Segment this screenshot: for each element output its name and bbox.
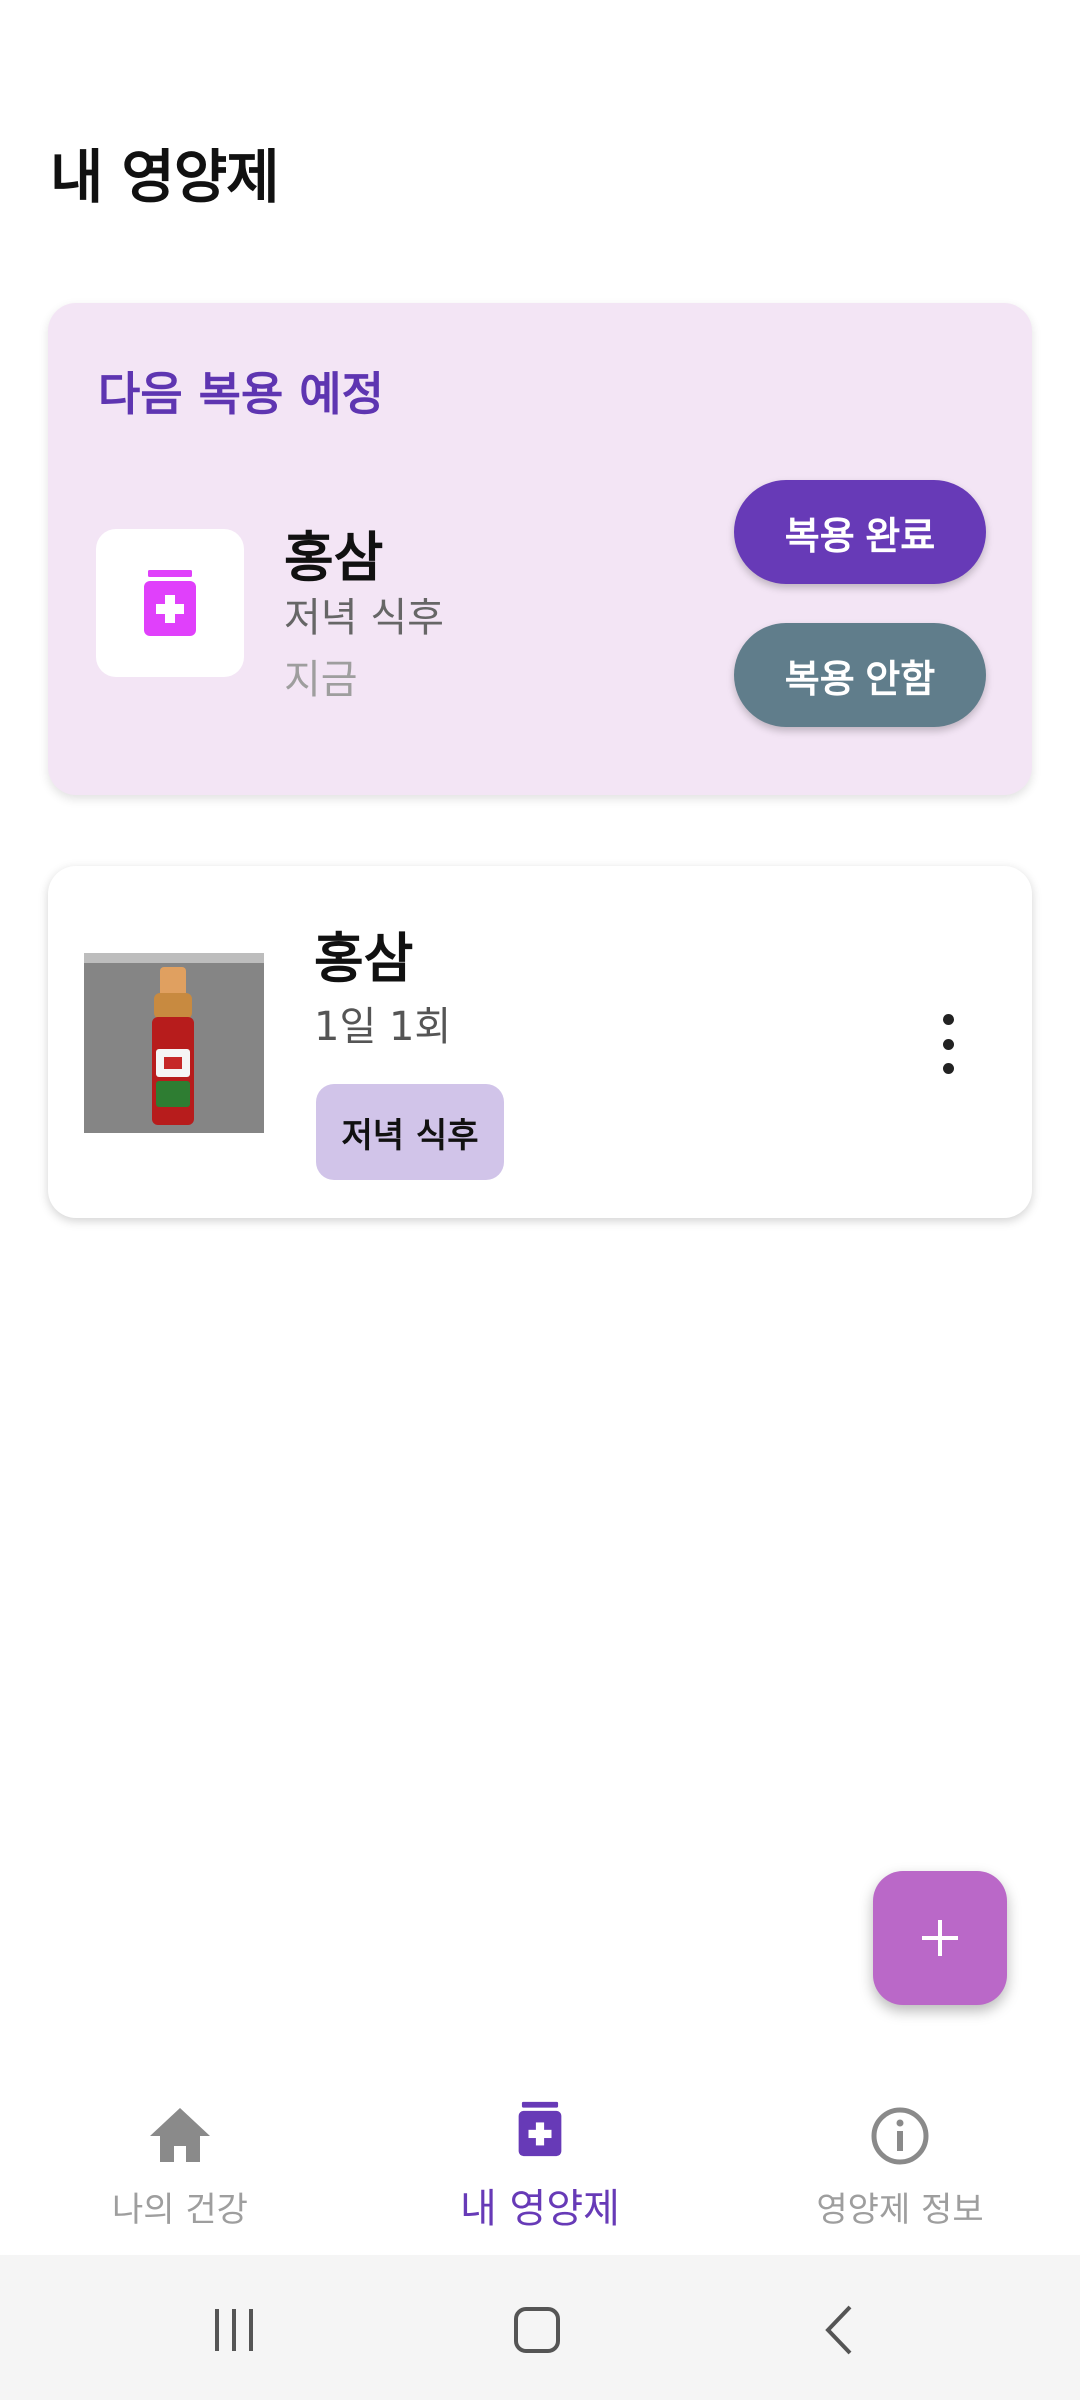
home-icon — [150, 2108, 210, 2162]
nav-item-my-health[interactable]: 나의 건강 — [0, 2060, 360, 2255]
pill-bottle-icon — [518, 2101, 562, 2157]
supplement-photo — [84, 953, 264, 1133]
nav-label-my-supplements: 내 영양제 — [460, 2186, 620, 2232]
next-dose-name: 홍삼 — [284, 526, 384, 589]
nav-label-supplement-info: 영양제 정보 — [816, 2190, 984, 2230]
supplement-timing-chip: 저녁 식후 — [316, 1084, 504, 1180]
home-button[interactable] — [477, 2295, 597, 2365]
supplement-frequency: 1일 1회 — [314, 1004, 452, 1050]
supplement-list-item[interactable]: 홍삼 1일 1회 저녁 식후 — [48, 866, 1032, 1218]
dose-done-button[interactable]: 복용 완료 — [734, 480, 986, 584]
next-dose-timing: 저녁 식후 — [284, 595, 444, 641]
more-options-icon[interactable] — [928, 1014, 968, 1074]
nav-label-my-health: 나의 건강 — [112, 2190, 248, 2230]
recent-apps-button[interactable] — [174, 2295, 294, 2365]
next-dose-card: 다음 복용 예정 홍삼 저녁 식후 지금 복용 완료 복용 안함 — [48, 303, 1032, 795]
page-title: 내 영양제 — [50, 143, 280, 211]
back-button[interactable] — [780, 2295, 900, 2365]
supplement-name: 홍삼 — [314, 927, 414, 990]
next-dose-icon-box — [96, 529, 244, 677]
recent-apps-icon — [215, 2309, 253, 2351]
nav-item-supplement-info[interactable]: 영양제 정보 — [720, 2060, 1080, 2255]
pill-bottle-icon — [144, 570, 196, 636]
nav-item-my-supplements[interactable]: 내 영양제 — [360, 2060, 720, 2255]
bottom-navigation: 나의 건강 내 영양제 영양제 정보 — [0, 2060, 1080, 2255]
back-chevron-icon — [825, 2305, 852, 2355]
dose-skip-button[interactable]: 복용 안함 — [734, 623, 986, 727]
bottle-photo-illustration — [84, 953, 264, 1133]
plus-icon — [922, 1920, 958, 1956]
home-square-icon — [514, 2307, 560, 2353]
info-icon — [871, 2107, 929, 2165]
add-supplement-button[interactable] — [873, 1871, 1007, 2005]
next-dose-when: 지금 — [284, 657, 358, 703]
next-dose-heading: 다음 복용 예정 — [98, 367, 384, 421]
system-navigation-bar — [0, 2255, 1080, 2400]
